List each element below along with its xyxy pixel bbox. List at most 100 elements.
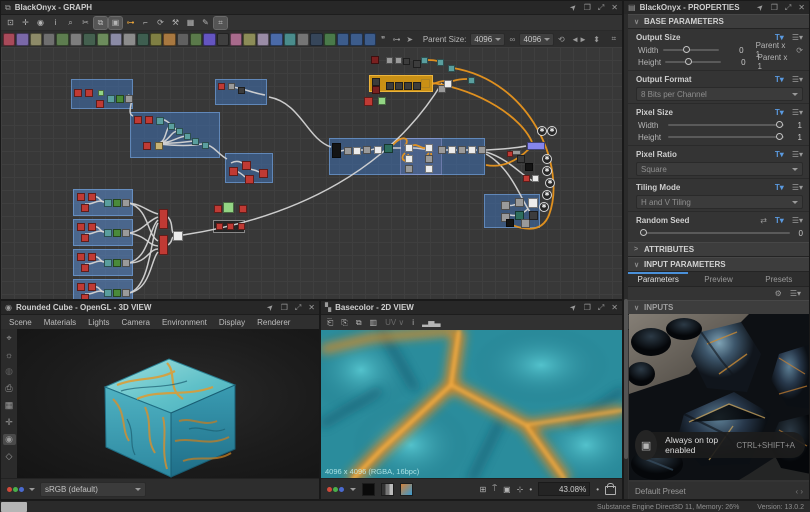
graph-node[interactable] — [468, 146, 476, 154]
output-format-dropdown[interactable]: 8 Bits per Channel — [636, 87, 803, 101]
output-width-slider[interactable] — [663, 49, 719, 51]
expose-parameter-icon[interactable]: T▾ — [775, 33, 784, 42]
pin-icon[interactable]: ➤ — [568, 302, 579, 313]
palette-node-icon-23[interactable] — [297, 33, 309, 46]
output-node-badge[interactable]: ✱ — [539, 202, 549, 212]
graph-node[interactable] — [81, 264, 89, 272]
uv-dropdown[interactable]: UV ∨ — [385, 318, 404, 327]
resize-h-icon[interactable]: ◄► — [572, 33, 585, 46]
output-height-slider[interactable] — [665, 61, 721, 63]
graph-node[interactable] — [437, 59, 444, 66]
tiling-icon[interactable]: ⍑ — [492, 484, 497, 494]
parameter-menu-icon[interactable]: ☰▾ — [792, 150, 803, 159]
output-node-badge[interactable]: ✱ — [545, 178, 555, 188]
properties-scrollbar[interactable] — [624, 14, 628, 499]
palette-node-icon-2[interactable] — [16, 33, 28, 46]
menu-camera[interactable]: Camera — [122, 318, 150, 327]
palette-node-icon-9[interactable] — [110, 33, 122, 46]
maximize-icon[interactable]: ⤢ — [785, 3, 791, 13]
graph-node[interactable] — [155, 142, 163, 150]
output-node-badge[interactable]: ✱ — [537, 126, 547, 136]
graph-node[interactable] — [405, 144, 413, 152]
channels-icon[interactable] — [327, 487, 344, 492]
palette-node-icon-3[interactable] — [30, 33, 42, 46]
graph-node[interactable] — [468, 77, 475, 84]
tab-parameters[interactable]: Parameters — [628, 272, 688, 286]
graph-node[interactable] — [478, 146, 486, 154]
graph-node[interactable] — [107, 95, 115, 103]
screenshot-icon[interactable]: ⎙ — [5, 383, 12, 394]
graph-node[interactable] — [96, 100, 104, 108]
palette-node-icon-20[interactable] — [257, 33, 269, 46]
info-icon[interactable]: i — [49, 17, 62, 29]
zoom-out-icon[interactable]: • — [529, 485, 532, 494]
grid-icon[interactable]: ⊞ — [480, 485, 487, 494]
graph-node[interactable] — [81, 234, 89, 242]
graph-node[interactable] — [515, 198, 524, 207]
palette-node-icon-15[interactable] — [190, 33, 202, 46]
copy-icon[interactable]: ⧉ — [356, 318, 362, 328]
graph-node[interactable] — [85, 89, 93, 97]
graph-node[interactable] — [529, 211, 538, 220]
graph-node[interactable] — [88, 253, 96, 261]
tab-preview[interactable]: Preview — [688, 272, 748, 286]
palette-node-icon-18[interactable] — [230, 33, 242, 46]
graph-node[interactable] — [501, 201, 510, 210]
fit-icon[interactable]: ▣ — [503, 485, 511, 494]
palette-node-icon-10[interactable] — [123, 33, 135, 46]
menu-display[interactable]: Display — [219, 318, 245, 327]
elbow-link-icon[interactable]: ⌐ — [139, 17, 152, 29]
graph-node[interactable] — [404, 82, 412, 90]
graph-node[interactable] — [202, 142, 209, 149]
graph-node[interactable] — [421, 57, 428, 64]
save-icon[interactable]: ⎘ — [341, 318, 347, 328]
output-node-badge[interactable]: ✱ — [547, 126, 557, 136]
graph-node[interactable] — [122, 259, 130, 267]
graph-node[interactable] — [525, 163, 533, 171]
graph-node[interactable] — [143, 142, 151, 150]
graph-node[interactable] — [405, 155, 413, 163]
float-icon[interactable]: ❐ — [584, 303, 591, 312]
graph-node[interactable] — [168, 123, 175, 130]
environment-icon[interactable]: ◍ — [5, 366, 13, 377]
pin-icon[interactable]: ➤ — [755, 2, 766, 13]
parent-size-width-dropdown[interactable]: 4096 — [470, 33, 505, 46]
graph-node[interactable] — [458, 146, 466, 154]
palette-node-icon-12[interactable] — [150, 33, 162, 46]
color-swatch[interactable] — [400, 483, 413, 496]
section-input-parameters[interactable]: ∨ INPUT PARAMETERS — [628, 257, 809, 272]
graph-node[interactable] — [74, 89, 82, 97]
graph-canvas[interactable]: ✱✱✱✱✱✱✱ — [1, 47, 622, 299]
palette-node-icon-25[interactable] — [324, 33, 336, 46]
parameter-menu-icon[interactable]: ☰▾ — [792, 216, 803, 225]
output-node-badge[interactable]: ✱ — [542, 154, 552, 164]
pin-icon[interactable]: ➤ — [568, 2, 579, 13]
graph-node[interactable] — [77, 193, 85, 201]
graph-node[interactable] — [125, 95, 133, 103]
close-icon[interactable]: ✕ — [798, 3, 805, 12]
graph-node[interactable] — [88, 193, 96, 201]
palette-node-icon-1[interactable] — [3, 33, 15, 46]
palette-node-icon-19[interactable] — [243, 33, 255, 46]
graph-node[interactable] — [448, 65, 455, 72]
channels-caret-icon[interactable] — [29, 488, 35, 491]
palette-node-icon-26[interactable] — [337, 33, 349, 46]
graph-node[interactable] — [104, 199, 112, 207]
graph-node[interactable] — [228, 83, 235, 90]
info-icon[interactable]: i — [412, 318, 414, 327]
graph-node[interactable] — [425, 155, 433, 163]
section-attributes[interactable]: > ATTRIBUTES — [628, 242, 809, 257]
graph-node[interactable] — [214, 205, 222, 213]
snap-grid-icon[interactable]: ⌗ — [608, 33, 620, 46]
palette-node-icon-8[interactable] — [97, 33, 109, 46]
section-inputs[interactable]: ∨ INPUTS — [628, 300, 809, 315]
float-icon[interactable]: ❐ — [771, 3, 778, 12]
graph-node[interactable] — [176, 128, 183, 135]
graph-node[interactable] — [528, 198, 538, 208]
palette-node-icon-14[interactable] — [177, 33, 189, 46]
palette-node-icon-7[interactable] — [83, 33, 95, 46]
graph-node[interactable] — [77, 283, 85, 291]
sphere-icon[interactable]: ◉ — [3, 434, 16, 445]
pixel-height-slider[interactable] — [668, 136, 784, 138]
float-icon[interactable]: ❐ — [584, 3, 591, 12]
